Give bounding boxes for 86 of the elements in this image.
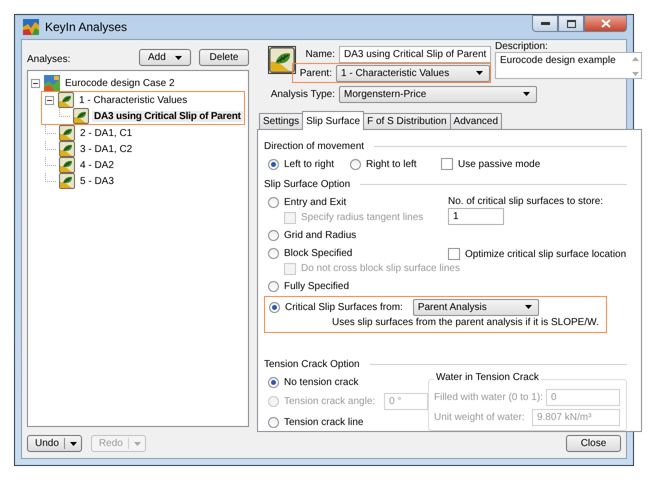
tab[interactable]: Settings bbox=[259, 113, 304, 129]
slope-icon bbox=[59, 173, 75, 189]
tab[interactable]: Slip Surface bbox=[302, 111, 364, 130]
name-field[interactable]: DA3 using Critical Slip of Parent bbox=[339, 46, 491, 63]
dropdown-arrow-icon bbox=[523, 92, 530, 96]
description-label: Description: bbox=[495, 41, 549, 52]
store-count-label: No. of critical slip surfaces to store: bbox=[448, 196, 604, 207]
app-icon bbox=[23, 19, 39, 35]
analysis-type-dropdown[interactable]: Morgenstern-Price bbox=[339, 86, 537, 102]
dropdown-arrow-icon bbox=[175, 56, 182, 60]
close-button[interactable] bbox=[584, 15, 627, 32]
collapse-icon[interactable] bbox=[31, 78, 40, 88]
checkbox[interactable] bbox=[441, 158, 453, 170]
project-icon bbox=[44, 75, 60, 91]
analyses-label: Analyses: bbox=[27, 54, 72, 66]
radio-button[interactable] bbox=[268, 377, 279, 388]
radio-button[interactable] bbox=[269, 302, 280, 312]
slope-icon bbox=[73, 108, 89, 124]
checkbox[interactable] bbox=[448, 248, 460, 260]
radio-label: Block Specified bbox=[284, 248, 352, 258]
radio-label: Left to right bbox=[284, 158, 334, 170]
delete-button[interactable]: Delete bbox=[199, 49, 249, 66]
minimize-button[interactable] bbox=[532, 15, 558, 32]
radio-label: Tension crack angle: bbox=[284, 396, 376, 406]
scrollbar[interactable] bbox=[632, 55, 639, 78]
radio-button[interactable] bbox=[268, 230, 279, 240]
parent-dropdown[interactable]: 1 - Characteristic Values bbox=[336, 64, 490, 82]
tab[interactable]: F of S Distribution bbox=[363, 113, 451, 129]
tree-item[interactable]: 2 - DA1, C1 bbox=[78, 128, 134, 138]
slope-icon bbox=[59, 141, 75, 157]
group-title: Tension Crack Option bbox=[264, 358, 360, 370]
scroll-down-icon[interactable] bbox=[632, 72, 639, 76]
collapse-icon[interactable] bbox=[45, 96, 54, 104]
radio-button[interactable] bbox=[268, 248, 279, 258]
minimize-icon bbox=[540, 22, 550, 25]
radio-label: Right to left bbox=[366, 158, 417, 170]
tree-item[interactable]: Eurocode design Case 2 bbox=[63, 78, 177, 88]
radio-button[interactable] bbox=[268, 196, 279, 208]
radio-label: Grid and Radius bbox=[284, 230, 356, 240]
dropdown-arrow-icon bbox=[476, 71, 483, 75]
close-button[interactable]: Close bbox=[566, 435, 621, 452]
group-title: Direction of movement bbox=[264, 140, 364, 152]
radio-label: Critical Slip Surfaces from: bbox=[285, 302, 403, 312]
maximize-button[interactable] bbox=[558, 15, 584, 32]
radio-label: No tension crack bbox=[284, 377, 358, 388]
tree-item[interactable]: 3 - DA1, C2 bbox=[78, 144, 134, 154]
description-field[interactable]: Eurocode design example bbox=[495, 52, 642, 79]
dropdown-arrow-icon bbox=[70, 442, 77, 446]
group-title: Slip Surface Option bbox=[264, 178, 350, 190]
radio-label: Tension crack line bbox=[284, 417, 364, 428]
slope-icon bbox=[59, 125, 75, 141]
radio-button[interactable] bbox=[268, 417, 279, 428]
checkbox-label: Specify radius tangent lines bbox=[301, 212, 424, 223]
analysis-type-label: Analysis Type: bbox=[270, 88, 336, 100]
slope-icon bbox=[268, 46, 296, 74]
dropdown-arrow-icon bbox=[134, 442, 141, 446]
undo-button[interactable]: Undo bbox=[27, 435, 82, 452]
checkbox-label: Optimize critical slip surface location bbox=[465, 248, 626, 260]
radio-button[interactable] bbox=[350, 158, 361, 170]
radio-button[interactable] bbox=[268, 158, 279, 170]
dropdown-arrow-icon bbox=[524, 305, 532, 309]
radio-button[interactable] bbox=[268, 280, 279, 292]
scroll-up-icon[interactable] bbox=[632, 57, 639, 61]
radio-label: Entry and Exit bbox=[284, 196, 346, 208]
field-label: Filled with water (0 to 1): bbox=[434, 392, 543, 403]
window-title: KeyIn Analyses bbox=[45, 20, 128, 34]
parent-label: Parent: bbox=[298, 68, 333, 78]
group-title: Water in Tension Crack bbox=[434, 372, 541, 383]
tree-item[interactable]: 1 - Characteristic Values bbox=[77, 94, 190, 106]
hint-text: Uses slip surfaces from the parent analysis if it is SLOPE/W. bbox=[331, 316, 599, 330]
checkbox-label: Do not cross block slip surface lines bbox=[301, 263, 460, 274]
field-label: Unit weight of water: bbox=[434, 412, 525, 423]
slope-icon bbox=[59, 157, 75, 173]
close-icon bbox=[600, 19, 610, 28]
tree-item[interactable]: 4 - DA2 bbox=[78, 160, 116, 170]
add-button[interactable]: Add bbox=[139, 49, 191, 66]
slope-icon bbox=[58, 92, 74, 108]
source-dropdown[interactable]: Parent Analysis bbox=[412, 298, 539, 316]
tree-item[interactable]: 5 - DA3 bbox=[78, 176, 116, 186]
checkbox-label: Use passive mode bbox=[458, 158, 540, 170]
store-count-field[interactable]: 1 bbox=[448, 208, 504, 225]
maximize-icon bbox=[566, 20, 576, 28]
tree-item[interactable]: DA3 using Critical Slip of Parent bbox=[92, 110, 243, 122]
radio-label: Fully Specified bbox=[284, 280, 350, 292]
tab[interactable]: Advanced bbox=[450, 113, 502, 129]
name-label: Name: bbox=[304, 49, 336, 60]
